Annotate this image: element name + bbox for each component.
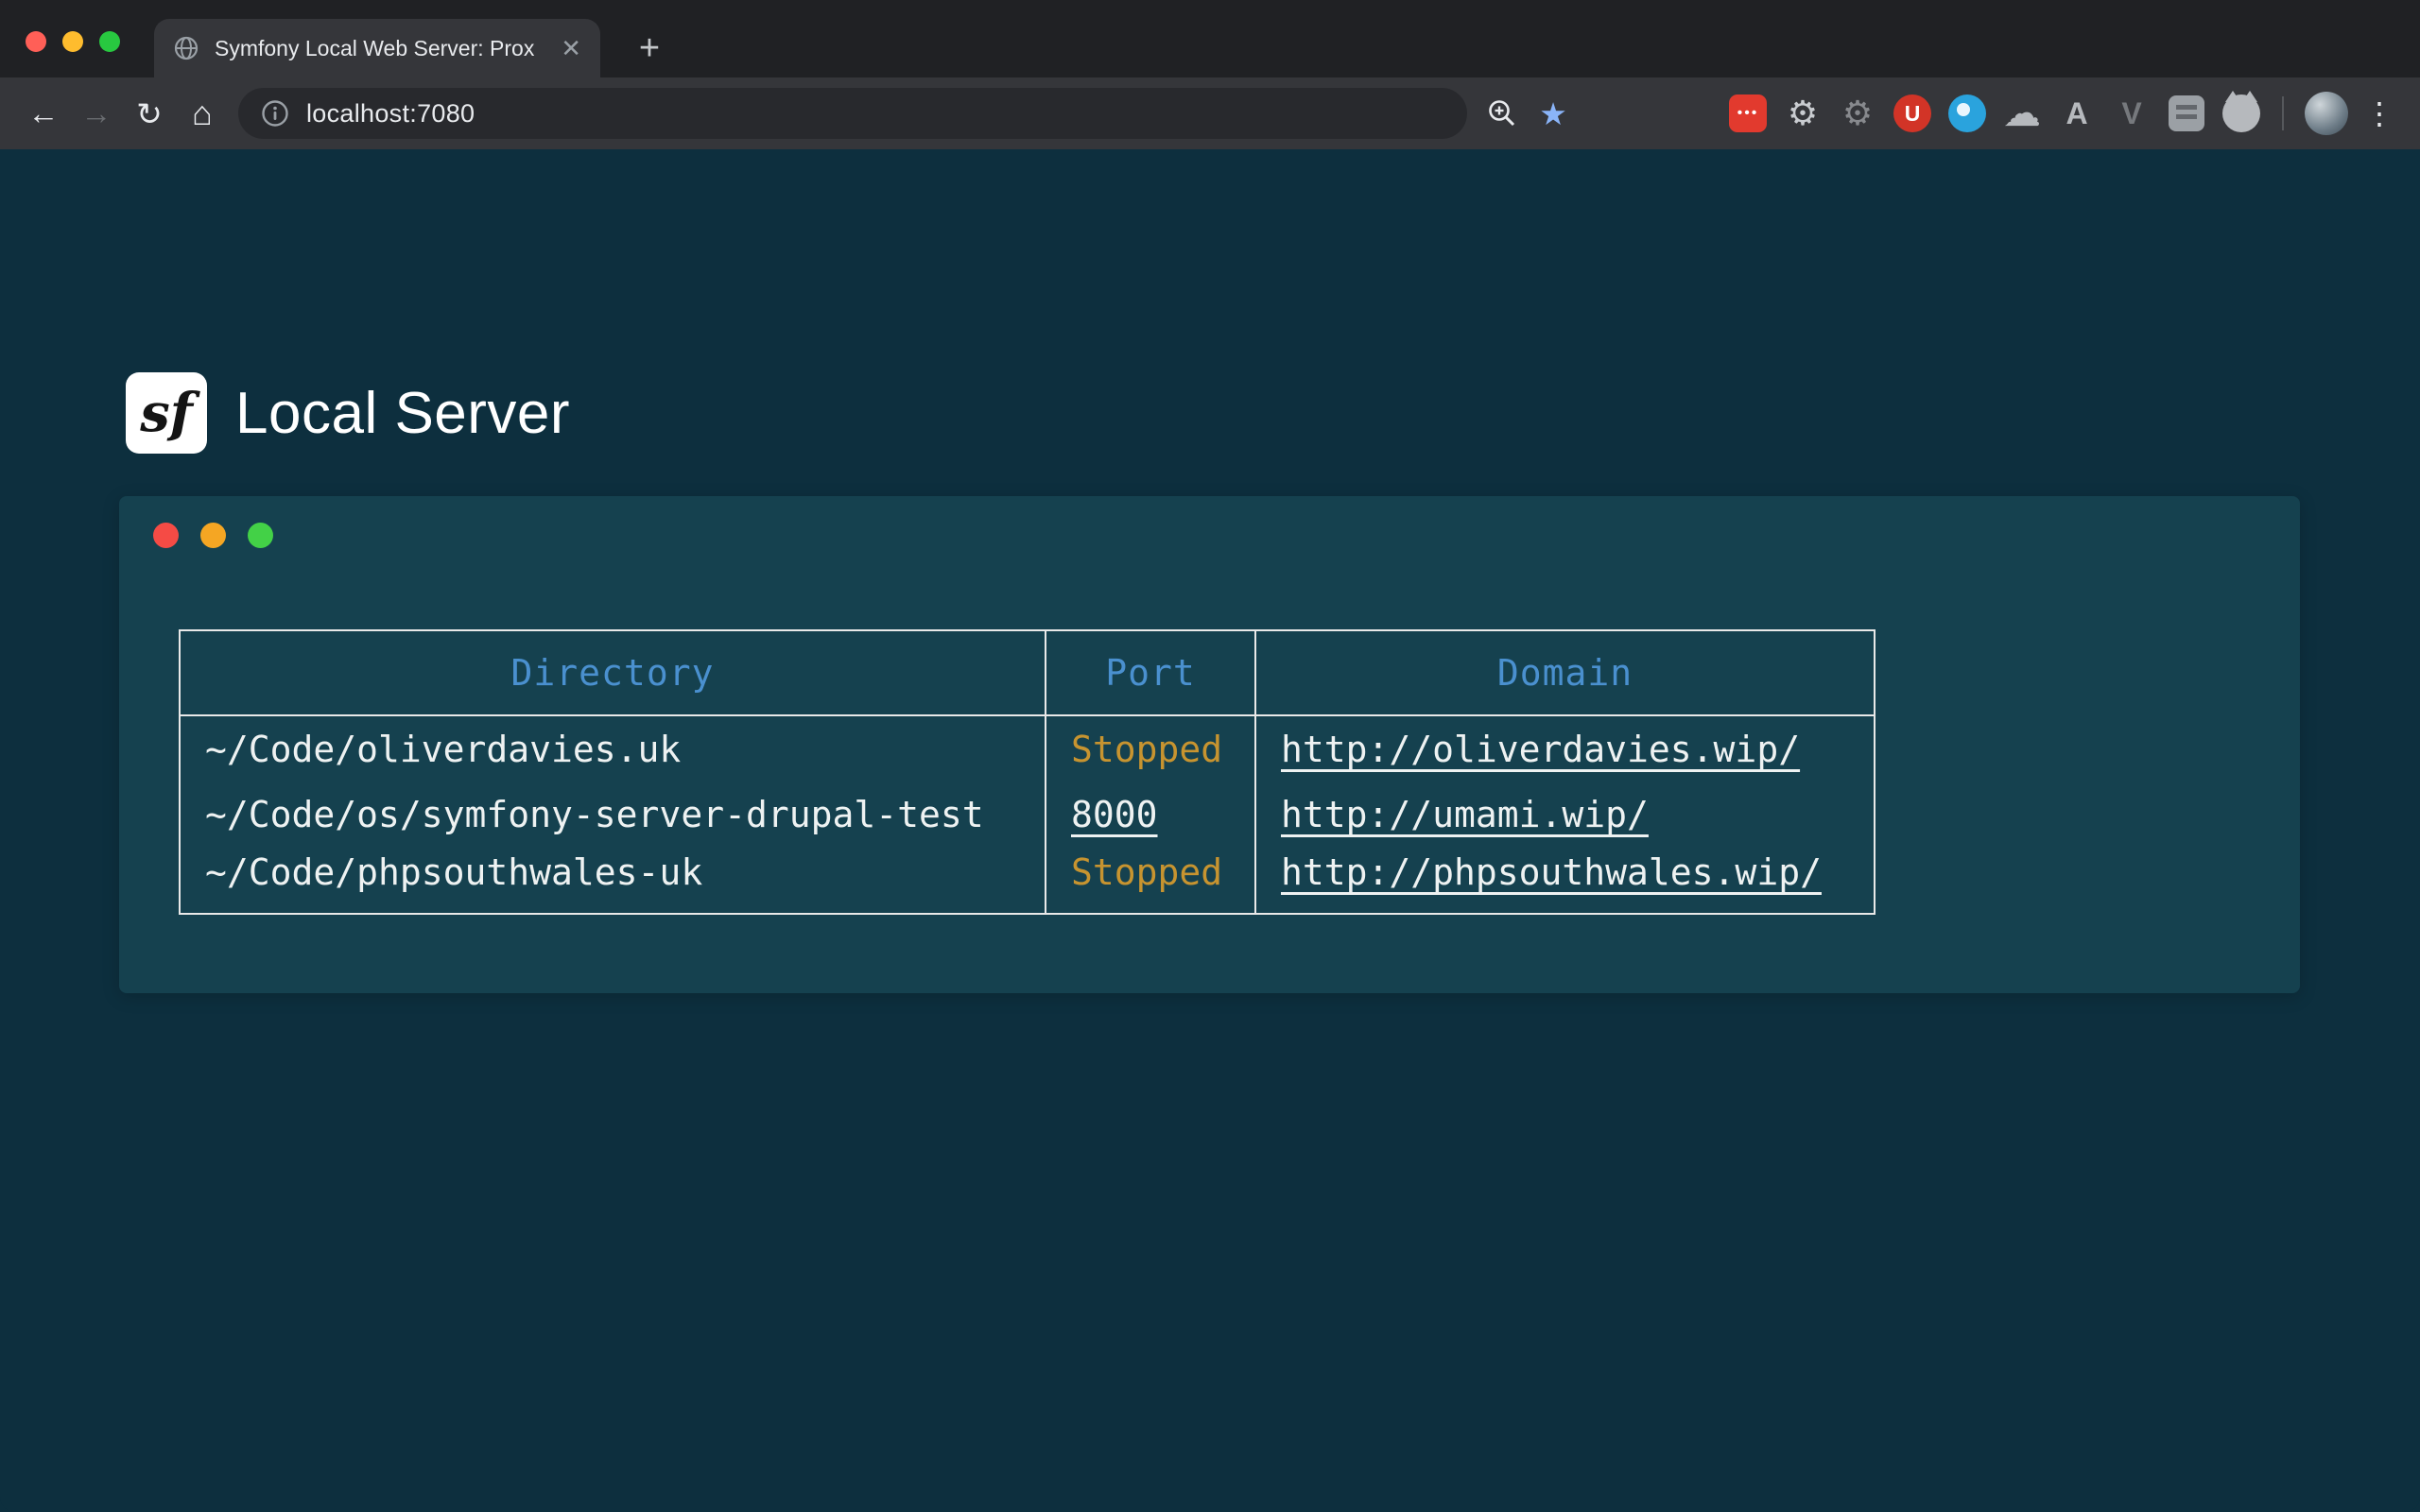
tab-title: Symfony Local Web Server: Prox — [215, 36, 545, 61]
tab-favicon globe-icon — [173, 35, 199, 61]
panel-orange-dot — [200, 523, 226, 548]
server-panel: Directory Port Domain ~/Code/oliverdavie… — [119, 496, 2300, 993]
domain-link[interactable]: http://umami.wip/ — [1281, 794, 1649, 835]
extension-gray-square-icon[interactable] — [2159, 88, 2214, 139]
port-link[interactable]: 8000 — [1071, 794, 1158, 835]
brand-header: sf Local Server — [126, 372, 570, 454]
servers-table: Directory Port Domain ~/Code/oliverdavie… — [179, 629, 1876, 915]
domain-link[interactable]: http://phpsouthwales.wip/ — [1281, 851, 1822, 893]
extension-cluster: ••• ⚙ ⚙ U ☁ A V — [1720, 88, 2269, 139]
column-header-directory: Directory — [180, 630, 1046, 715]
github-octocat-icon[interactable] — [2214, 88, 2269, 139]
home-button home-icon[interactable]: ⌂ — [176, 87, 229, 140]
browser-menu-kebab-icon[interactable]: ⋮ — [2356, 95, 2403, 131]
panel-traffic-lights — [153, 523, 273, 548]
macos-minimize-button[interactable] — [62, 31, 83, 52]
column-header-domain: Domain — [1255, 630, 1875, 715]
extension-blue-circle-icon[interactable] — [1940, 88, 1995, 139]
page-title: Local Server — [235, 380, 570, 447]
extension-v-icon[interactable]: V — [2104, 88, 2159, 139]
zoom-button magnifier-plus-icon[interactable] — [1477, 88, 1528, 139]
profile-avatar[interactable] — [2305, 92, 2348, 135]
back-button back-arrow-icon[interactable]: ← — [17, 87, 70, 140]
forward-button forward-arrow-icon[interactable]: → — [70, 87, 123, 140]
tab-close-icon[interactable]: ✕ — [561, 36, 581, 60]
macos-close-button[interactable] — [26, 31, 46, 52]
site-info-icon[interactable] — [261, 99, 289, 128]
port-status: Stopped — [1071, 729, 1222, 770]
directory-cell: ~/Code/os/symfony-server-drupal-test — [180, 782, 1046, 848]
url-text[interactable]: localhost:7080 — [306, 99, 475, 129]
panel-red-dot — [153, 523, 179, 548]
browser-window: Symfony Local Web Server: Prox ✕ + ← → ↻… — [0, 0, 2420, 1512]
new-tab-button plus-icon[interactable]: + — [626, 25, 673, 72]
table-row: ~/Code/oliverdavies.uk Stopped http://ol… — [180, 715, 1875, 782]
page-content: sf Local Server Directory Port Domain — [0, 149, 2420, 1512]
bookmark-star-icon[interactable]: ★ — [1528, 88, 1579, 139]
browser-tab[interactable]: Symfony Local Web Server: Prox ✕ — [154, 19, 600, 77]
macos-traffic-lights — [26, 31, 120, 52]
extension-gear-icon[interactable]: ⚙ — [1775, 88, 1830, 139]
tab-strip: Symfony Local Web Server: Prox ✕ + — [0, 0, 2420, 77]
table-header-row: Directory Port Domain — [180, 630, 1875, 715]
port-status: Stopped — [1071, 851, 1222, 893]
toolbar-separator — [2282, 96, 2284, 130]
directory-cell: ~/Code/oliverdavies.uk — [180, 715, 1046, 782]
symfony-logo: sf — [126, 372, 207, 454]
domain-link[interactable]: http://oliverdavies.wip/ — [1281, 729, 1800, 770]
extension-a-icon[interactable]: A — [2049, 88, 2104, 139]
reload-button reload-icon[interactable]: ↻ — [123, 87, 176, 140]
panel-green-dot — [248, 523, 273, 548]
column-header-port: Port — [1046, 630, 1255, 715]
browser-toolbar: ← → ↻ ⌂ localhost:7080 ★ — [0, 77, 2420, 149]
extension-dark-gear-icon[interactable]: ⚙ — [1830, 88, 1885, 139]
extension-ublock-icon[interactable]: U — [1885, 88, 1940, 139]
table-row: ~/Code/os/symfony-server-drupal-test 800… — [180, 782, 1875, 848]
extension-red-dots-icon[interactable]: ••• — [1720, 88, 1775, 139]
extension-cloud-icon[interactable]: ☁ — [1995, 88, 2049, 139]
table-row: ~/Code/phpsouthwales-uk Stopped http://p… — [180, 848, 1875, 914]
address-bar[interactable]: localhost:7080 — [238, 88, 1467, 139]
directory-cell: ~/Code/phpsouthwales-uk — [180, 848, 1046, 914]
macos-zoom-button[interactable] — [99, 31, 120, 52]
